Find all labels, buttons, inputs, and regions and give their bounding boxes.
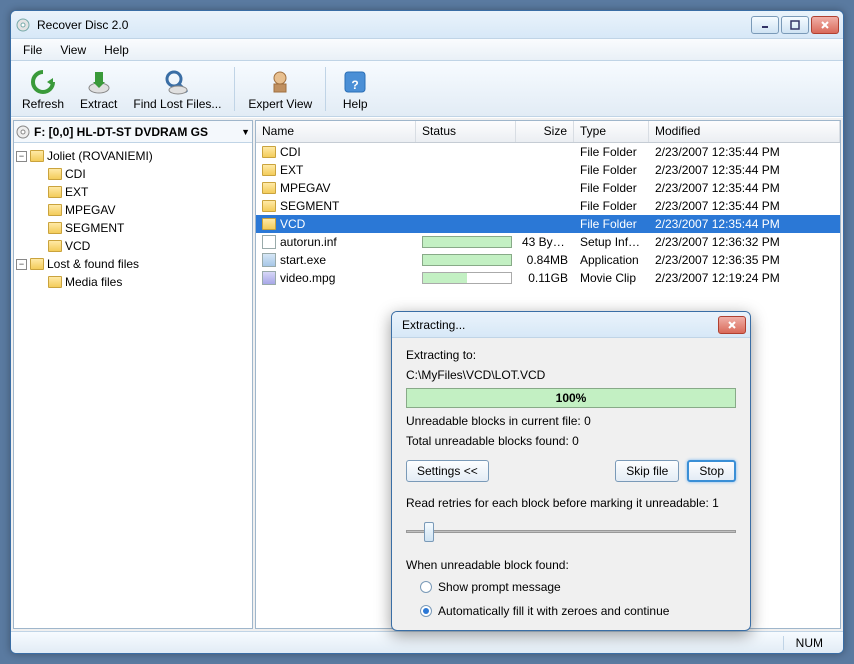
- skip-file-button[interactable]: Skip file: [615, 460, 679, 482]
- window-title: Recover Disc 2.0: [37, 18, 751, 32]
- file-icon: [262, 235, 276, 249]
- folder-icon: [48, 168, 62, 180]
- menu-view[interactable]: View: [52, 41, 94, 59]
- menubar: File View Help: [11, 39, 843, 61]
- tree-item[interactable]: Lost & found files: [47, 257, 139, 271]
- dialog-close-button[interactable]: [718, 316, 746, 334]
- list-item[interactable]: autorun.inf43 BytesSetup Info...2/23/200…: [256, 233, 840, 251]
- status-bar: [422, 254, 512, 266]
- folder-icon: [30, 258, 44, 270]
- radio-show-prompt[interactable]: Show prompt message: [406, 578, 736, 596]
- menu-help[interactable]: Help: [96, 41, 137, 59]
- search-icon: [161, 67, 193, 97]
- stop-button[interactable]: Stop: [687, 460, 736, 482]
- app-icon: [15, 17, 31, 33]
- list-item[interactable]: CDIFile Folder2/23/2007 12:35:44 PM: [256, 143, 840, 161]
- menu-file[interactable]: File: [15, 41, 50, 59]
- disc-icon: [16, 125, 30, 139]
- extract-button[interactable]: Extract: [73, 64, 124, 114]
- retries-slider[interactable]: [406, 520, 736, 544]
- status-bar: [422, 236, 512, 248]
- find-lost-files-button[interactable]: Find Lost Files...: [126, 64, 228, 114]
- main-window: Recover Disc 2.0 File View Help Refresh …: [10, 10, 844, 654]
- column-type[interactable]: Type: [574, 121, 649, 142]
- folder-icon: [30, 150, 44, 162]
- column-name[interactable]: Name: [256, 121, 416, 142]
- radio-icon: [420, 581, 432, 593]
- unreadable-total: Total unreadable blocks found: 0: [406, 434, 736, 448]
- column-size[interactable]: Size: [516, 121, 574, 142]
- maximize-button[interactable]: [781, 16, 809, 34]
- radio-fill-zeroes[interactable]: Automatically fill it with zeroes and co…: [406, 602, 736, 620]
- file-icon: [262, 253, 276, 267]
- toolbar-separator: [325, 67, 326, 111]
- tree-item[interactable]: VCD: [65, 239, 90, 253]
- tree-pane: F: [0,0] HL-DT-ST DVDRAM GS ▼ − Joliet (R…: [13, 120, 253, 629]
- titlebar[interactable]: Recover Disc 2.0: [11, 11, 843, 39]
- drive-selector[interactable]: F: [0,0] HL-DT-ST DVDRAM GS ▼: [14, 121, 252, 143]
- retries-label: Read retries for each block before marki…: [406, 496, 736, 510]
- list-item[interactable]: SEGMENTFile Folder2/23/2007 12:35:44 PM: [256, 197, 840, 215]
- tree-item[interactable]: CDI: [65, 167, 86, 181]
- dialog-titlebar[interactable]: Extracting...: [392, 312, 750, 338]
- status-bar: [422, 272, 512, 284]
- column-modified[interactable]: Modified: [649, 121, 840, 142]
- folder-icon: [262, 164, 276, 176]
- extracting-to-label: Extracting to:: [406, 348, 736, 362]
- folder-icon: [262, 182, 276, 194]
- help-button[interactable]: ?Help: [332, 64, 378, 114]
- help-icon: ?: [339, 67, 371, 97]
- refresh-icon: [27, 67, 59, 97]
- extracting-dialog: Extracting... Extracting to: C:\MyFiles\…: [391, 311, 751, 631]
- dialog-title: Extracting...: [396, 318, 718, 332]
- collapse-icon[interactable]: −: [16, 151, 27, 162]
- folder-icon: [262, 218, 276, 230]
- chevron-down-icon: ▼: [241, 127, 250, 137]
- expert-icon: [264, 67, 296, 97]
- tree-item[interactable]: MPEGAV: [65, 203, 115, 217]
- expert-view-button[interactable]: Expert View: [241, 64, 319, 114]
- folder-icon: [262, 200, 276, 212]
- settings-button[interactable]: Settings <<: [406, 460, 489, 482]
- folder-icon: [48, 204, 62, 216]
- num-indicator: NUM: [783, 636, 835, 650]
- unreadable-current: Unreadable blocks in current file: 0: [406, 414, 736, 428]
- folder-icon: [48, 276, 62, 288]
- tree-item[interactable]: EXT: [65, 185, 88, 199]
- folder-tree[interactable]: − Joliet (ROVANIEMI) CDI EXT MPEGAV SEGME…: [14, 143, 252, 628]
- progress-bar: 100%: [406, 388, 736, 408]
- close-button[interactable]: [811, 16, 839, 34]
- folder-icon: [48, 186, 62, 198]
- list-header: Name Status Size Type Modified: [256, 121, 840, 143]
- folder-icon: [48, 222, 62, 234]
- toolbar: Refresh Extract Find Lost Files... Exper…: [11, 61, 843, 117]
- list-item[interactable]: VCDFile Folder2/23/2007 12:35:44 PM: [256, 215, 840, 233]
- extract-icon: [83, 67, 115, 97]
- statusbar: NUM: [11, 631, 843, 653]
- list-item[interactable]: MPEGAVFile Folder2/23/2007 12:35:44 PM: [256, 179, 840, 197]
- list-item[interactable]: video.mpg0.11GBMovie Clip2/23/2007 12:19…: [256, 269, 840, 287]
- column-status[interactable]: Status: [416, 121, 516, 142]
- tree-item[interactable]: SEGMENT: [65, 221, 124, 235]
- collapse-icon[interactable]: −: [16, 259, 27, 270]
- list-item[interactable]: start.exe0.84MBApplication2/23/2007 12:3…: [256, 251, 840, 269]
- tree-item[interactable]: Joliet (ROVANIEMI): [47, 149, 153, 163]
- extracting-to-path: C:\MyFiles\VCD\LOT.VCD: [406, 368, 736, 382]
- toolbar-separator: [234, 67, 235, 111]
- radio-icon: [420, 605, 432, 617]
- folder-icon: [48, 240, 62, 252]
- when-unreadable-label: When unreadable block found:: [406, 558, 736, 572]
- svg-text:?: ?: [352, 78, 359, 92]
- refresh-button[interactable]: Refresh: [15, 64, 71, 114]
- file-icon: [262, 271, 276, 285]
- list-item[interactable]: EXTFile Folder2/23/2007 12:35:44 PM: [256, 161, 840, 179]
- folder-icon: [262, 146, 276, 158]
- minimize-button[interactable]: [751, 16, 779, 34]
- tree-item[interactable]: Media files: [65, 275, 122, 289]
